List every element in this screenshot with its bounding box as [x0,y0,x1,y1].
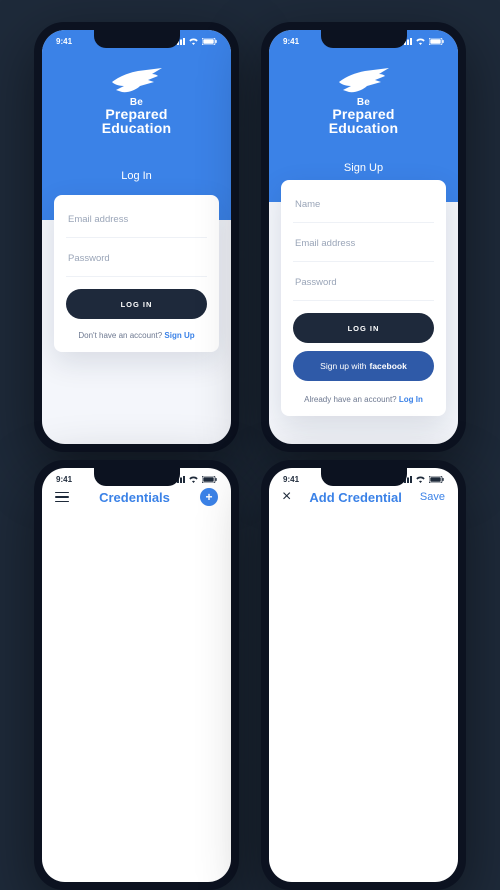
password-field-wrap [293,262,434,301]
status-time: 9:41 [56,37,72,46]
email-field-wrap [293,223,434,262]
battery-icon [202,38,217,45]
screen-add-credential: 9:41 × Add Credential Save [269,468,458,882]
name-field[interactable] [295,199,432,210]
notch [321,30,407,48]
status-icons [401,37,444,45]
phone-signup: 9:41 Be Prepared Education Sign Up [261,22,466,452]
save-button[interactable]: Save [420,491,445,503]
wifi-icon [415,37,426,45]
status-icons [174,475,217,483]
password-field[interactable] [68,253,205,264]
battery-icon [202,476,217,483]
brand-line3: Education [102,120,171,136]
facebook-signup-button[interactable]: Sign up with facebook [293,351,434,381]
password-field[interactable] [295,277,432,288]
add-button[interactable]: + [200,488,218,506]
header-blue: Be Prepared Education Sign Up [269,30,458,202]
login-link[interactable]: Log In [399,395,423,404]
email-field[interactable] [68,214,205,225]
menu-icon[interactable] [55,492,69,503]
brand-logo: Be Prepared Education [329,68,398,136]
signup-prompt: Don't have an account? Sign Up [66,331,207,340]
signup-submit-button[interactable]: LOG IN [293,313,434,343]
bird-icon [337,68,389,96]
close-icon[interactable]: × [282,489,291,505]
status-icons [174,37,217,45]
notch [94,468,180,486]
wifi-icon [415,475,426,483]
battery-icon [429,38,444,45]
notch [321,468,407,486]
brand-line3: Education [329,120,398,136]
battery-icon [429,476,444,483]
wifi-icon [188,475,199,483]
login-button[interactable]: LOG IN [66,289,207,319]
email-field-wrap [66,199,207,238]
bird-icon [110,68,162,96]
screen-signup: 9:41 Be Prepared Education Sign Up [269,30,458,444]
login-card: LOG IN Don't have an account? Sign Up [54,195,219,352]
brand-line2: Prepared [332,106,394,122]
status-time: 9:41 [283,37,299,46]
page-title: Log In [42,170,231,182]
brand-line2: Prepared [105,106,167,122]
wifi-icon [188,37,199,45]
signup-link[interactable]: Sign Up [164,331,194,340]
notch [94,30,180,48]
nav-title: Add Credential [291,490,420,505]
phone-add-credential: 9:41 × Add Credential Save [261,460,466,890]
status-icons [401,475,444,483]
login-prompt: Already have an account? Log In [293,395,434,404]
phone-credentials: 9:41 Credentials + [34,460,239,890]
nav-title: Credentials [69,490,200,505]
password-field-wrap [66,238,207,277]
phone-login: 9:41 Be Prepared Education Log In [34,22,239,452]
status-time: 9:41 [283,475,299,484]
screen-credentials: 9:41 Credentials + [42,468,231,882]
signup-card: LOG IN Sign up with facebook Already hav… [281,180,446,416]
screen-login: 9:41 Be Prepared Education Log In [42,30,231,444]
brand-logo: Be Prepared Education [102,68,171,136]
email-field[interactable] [295,238,432,249]
status-time: 9:41 [56,475,72,484]
name-field-wrap [293,184,434,223]
header-blue: Be Prepared Education Log In [42,30,231,220]
page-title: Sign Up [269,162,458,174]
